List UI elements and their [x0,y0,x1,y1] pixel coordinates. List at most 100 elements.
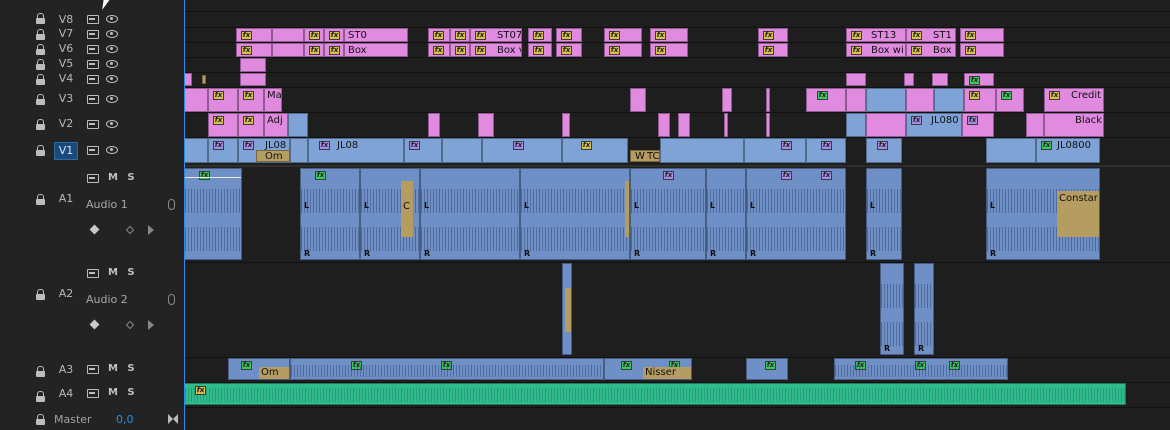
eye-icon[interactable] [106,95,118,103]
video-clip[interactable] [986,138,1036,163]
video-clip[interactable]: fx [866,138,902,163]
film-icon[interactable] [87,95,99,104]
graphic-clip[interactable]: Adj [264,113,288,137]
film-icon[interactable] [87,269,99,278]
graphic-clip[interactable]: fx ST07 [470,28,522,42]
eye-icon[interactable] [106,120,118,128]
graphic-clip[interactable] [240,73,266,86]
graphic-clip[interactable]: fx [964,88,996,112]
lock-icon[interactable] [36,366,46,379]
audio-clip[interactable]: R [914,263,934,355]
graphic-clip[interactable]: fx [960,28,1004,42]
video-clip[interactable]: fx [208,138,238,163]
film-icon[interactable] [87,365,99,374]
graphic-clip[interactable]: fx [304,43,324,57]
graphic-clip[interactable]: fx [556,28,582,42]
solo-button[interactable]: S [126,172,136,183]
track-name[interactable]: A3 [54,363,78,377]
lock-icon[interactable] [36,289,46,302]
audio-clip[interactable]: fx [184,168,242,260]
audio-clip[interactable]: fx L R [420,168,520,260]
graphic-clip[interactable]: fx [650,43,688,57]
graphic-clip[interactable]: fx [964,73,994,86]
video-clip[interactable]: fx [482,138,562,163]
audio-clip[interactable]: fx fx Nisser [604,358,692,380]
mute-button[interactable]: M [108,172,118,183]
track-name[interactable]: V4 [54,72,78,86]
graphic-clip[interactable]: fx [962,113,994,137]
video-clip[interactable]: fx [562,138,628,163]
graphic-clip[interactable] [658,113,670,137]
graphic-clip[interactable] [904,73,914,86]
graphic-clip[interactable] [240,58,266,72]
eye-icon[interactable] [106,146,118,154]
film-icon[interactable] [87,60,99,69]
next-keyframe-icon[interactable] [148,320,154,330]
graphic-clip[interactable] [724,113,728,137]
graphic-clip[interactable] [272,43,304,57]
video-clip[interactable] [184,138,208,163]
track-name[interactable]: A1 [54,192,78,206]
timeline-tracks[interactable]: fx fx fx ST0 fx fx fx ST07 fx fx fx fx fx… [184,0,1170,430]
film-icon[interactable] [87,45,99,54]
keyframe-add-icon[interactable] [89,319,100,330]
graphic-clip[interactable] [766,88,770,112]
film-icon[interactable] [87,120,99,129]
graphic-clip[interactable]: fx ST13 [846,28,906,42]
graphic-clip[interactable] [562,113,570,137]
video-clip[interactable] [866,88,906,112]
lock-icon[interactable] [36,194,46,207]
graphic-clip[interactable]: fx Box [906,43,956,57]
video-clip[interactable]: fx JL0800 [1036,138,1100,163]
graphic-clip[interactable]: fx [604,43,642,57]
graphic-clip[interactable] [846,88,866,112]
eye-icon[interactable] [106,45,118,53]
video-clip[interactable]: fx JL08 [308,138,404,163]
lock-icon[interactable] [36,74,46,87]
graphic-clip[interactable] [678,113,690,137]
solo-button[interactable]: S [126,387,136,398]
track-name[interactable]: V2 [54,117,78,131]
audio-clip[interactable]: fx fx [290,358,604,380]
graphic-clip[interactable]: Box [344,43,408,57]
graphic-clip[interactable]: Mas [264,88,282,112]
graphic-clip[interactable]: fx [304,28,324,42]
film-icon[interactable] [87,389,99,398]
graphic-clip[interactable]: fx [758,43,788,57]
graphic-clip[interactable]: fx [324,28,344,42]
track-name[interactable]: A4 [54,387,78,401]
graphic-clip[interactable]: fx [650,28,688,42]
film-icon[interactable] [87,75,99,84]
film-icon[interactable] [87,146,99,155]
graphic-clip[interactable]: Black [1044,113,1104,137]
graphic-clip[interactable] [478,113,494,137]
playhead[interactable] [184,0,185,430]
graphic-clip[interactable]: ST0 [344,28,408,42]
mic-icon[interactable] [168,199,175,210]
graphic-clip[interactable]: fx [428,43,450,57]
graphic-clip[interactable] [272,28,304,42]
video-clip[interactable] [442,138,482,163]
lock-icon[interactable] [36,29,46,42]
graphic-clip[interactable]: fx [238,88,264,112]
graphic-clip[interactable]: fx ST1 [906,28,956,42]
audio-clip[interactable]: fx fx fx [834,358,1008,380]
video-clip[interactable]: fx JL080 [906,113,962,137]
audio-clip[interactable]: R [880,263,904,355]
track-name[interactable]: V7 [54,27,78,41]
graphic-clip[interactable]: fx [428,28,450,42]
lock-icon[interactable] [36,59,46,72]
audio-clip[interactable]: L R [520,168,630,260]
graphic-clip[interactable]: fx Credit [1044,88,1104,112]
audio-clip[interactable]: fx Om [228,358,290,380]
eye-icon[interactable] [106,15,118,23]
graphic-clip[interactable] [722,88,732,112]
track-name[interactable]: V1 [54,142,78,160]
mic-icon[interactable] [168,294,175,305]
keyframe-icon[interactable] [125,320,135,330]
graphic-clip[interactable] [630,88,646,112]
graphic-clip[interactable]: fx [996,88,1024,112]
solo-button[interactable]: S [126,363,136,374]
graphic-clip[interactable] [428,113,440,137]
graphic-clip[interactable] [932,73,948,86]
